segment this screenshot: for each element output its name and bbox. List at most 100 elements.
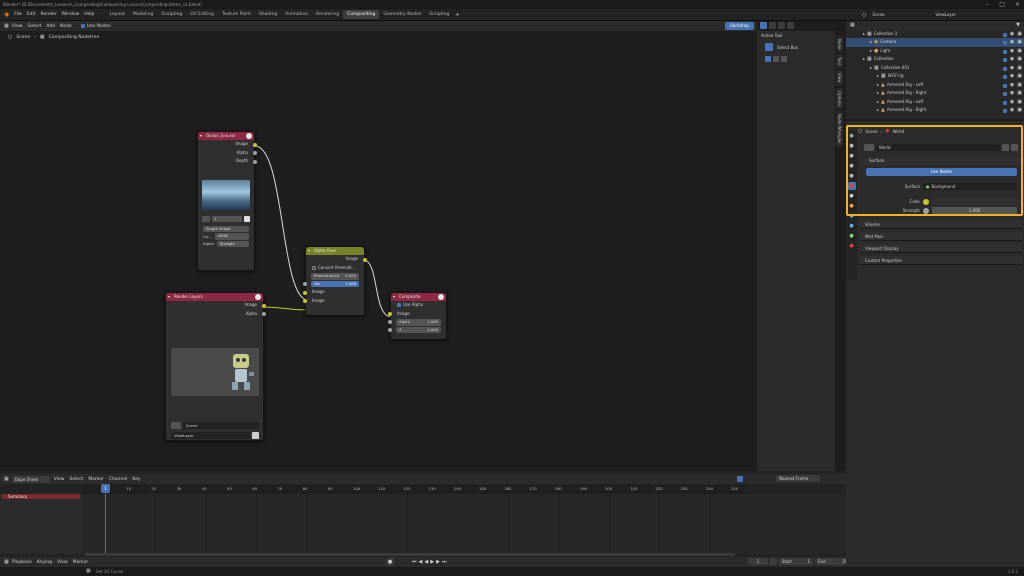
node-collapse-icon[interactable]: ▾ (308, 247, 310, 255)
outliner-row[interactable]: ▸ ◉ Camera ◉ ▣ (846, 38, 1024, 47)
scene-selector[interactable]: Scene (869, 11, 922, 18)
use-alpha-checkbox[interactable] (397, 303, 401, 308)
eye-icon[interactable]: ◉ (1010, 30, 1014, 39)
render-toggle-icon[interactable]: ▣ (1017, 81, 1022, 90)
exclude-checkbox-icon[interactable] (1002, 58, 1007, 63)
expand-arrow-icon[interactable]: ▸ (870, 39, 872, 44)
sidebar-tab-node-wrangler[interactable]: Node Wrangler (836, 111, 843, 148)
properties-tab-material-icon[interactable]: ● (848, 242, 856, 250)
exclude-checkbox-icon[interactable] (1002, 66, 1007, 71)
alpha-over-node[interactable]: ▾ Alpha Over Image Convert Premulti... P… (303, 246, 367, 316)
input-socket-alpha[interactable] (388, 320, 392, 325)
render-toggle-icon[interactable]: ▣ (1017, 38, 1022, 47)
eye-icon[interactable]: ◉ (1010, 81, 1014, 90)
eye-icon[interactable]: ◉ (1010, 55, 1014, 64)
properties-panel-custom-properties[interactable]: Custom Properties (860, 256, 1022, 265)
start-frame-field[interactable]: Start 1 (779, 558, 813, 565)
input-socket-image-1[interactable] (303, 290, 307, 295)
output-socket-image[interactable] (253, 142, 257, 147)
expand-arrow-icon[interactable]: ▸ (877, 73, 879, 78)
view-layer-select[interactable]: ViewLayer (171, 432, 250, 439)
jump-start-icon[interactable]: ⏮ (412, 559, 417, 565)
alpha-field[interactable]: Alpha 1.000 (388, 319, 441, 326)
filter-icon[interactable] (737, 476, 743, 482)
snapping-select[interactable]: Nearest Frame (776, 475, 820, 482)
summary-channel[interactable]: Summary (2, 494, 80, 499)
outliner-row[interactable]: ▸ ▦ Collection 001 ◉ ▣ (846, 64, 1024, 73)
dope-menu-view[interactable]: View (54, 477, 65, 482)
properties-panel-viewport-display[interactable]: Viewport Display (860, 244, 1022, 253)
image-node[interactable]: ▾ Ocean_Env.exr Image Alpha Depth 1 Sing… (197, 131, 257, 271)
render-toggle-icon[interactable]: ▣ (1017, 89, 1022, 98)
properties-tab-physics-icon[interactable]: ● (848, 232, 856, 240)
image-frame-field[interactable]: 1 (212, 215, 242, 222)
image-browse-icon[interactable] (202, 215, 210, 222)
render-toggle-icon[interactable]: ▣ (1017, 30, 1022, 39)
scene-browse-icon[interactable] (171, 422, 181, 429)
exclude-checkbox-icon[interactable] (1002, 109, 1007, 114)
preview-range-icon[interactable] (770, 558, 777, 565)
outliner-row[interactable]: ▸ ▦ Collection 1 ◉ ▣ (846, 30, 1024, 39)
convert-premul-checkbox[interactable] (312, 265, 316, 270)
frame-ruler[interactable]: 0102030405060708090100110120130140150160… (82, 485, 746, 494)
render-toggle-icon[interactable]: ▣ (1017, 55, 1022, 64)
eye-icon[interactable]: ◉ (1010, 64, 1014, 73)
editor-type-icon[interactable]: ▦ (4, 559, 9, 565)
z-field[interactable]: Z 1.000 (388, 326, 441, 333)
editor-type-icon[interactable]: ▦ (850, 22, 855, 28)
output-socket-alpha[interactable] (262, 312, 266, 316)
fac-field[interactable]: Fac 1.000 (303, 280, 359, 287)
eye-icon[interactable]: ◉ (1010, 89, 1014, 98)
image-mode-select[interactable]: Single Image (203, 225, 249, 232)
playback-menu-marker[interactable]: Marker (73, 560, 89, 565)
dope-menu-marker[interactable]: Marker (88, 477, 104, 482)
view-layer-selector[interactable]: ViewLayer (932, 11, 985, 18)
sidebar-tab-options[interactable]: Options (836, 87, 843, 110)
render-toggle-icon[interactable]: ▣ (1017, 47, 1022, 56)
input-socket-z[interactable] (388, 327, 392, 332)
eye-icon[interactable]: ◉ (1010, 38, 1014, 47)
exclude-checkbox-icon[interactable] (1002, 100, 1007, 105)
playback-menu-playback[interactable]: Playback (12, 560, 32, 565)
output-socket-depth[interactable] (253, 159, 257, 164)
premultiplied-field[interactable]: Premultiplied 0.000 (311, 273, 359, 280)
expand-arrow-icon[interactable]: ▸ (877, 90, 879, 95)
exclude-checkbox-icon[interactable] (1002, 75, 1007, 80)
eye-icon[interactable]: ◉ (1010, 47, 1014, 56)
outliner-row[interactable]: ▸ ● Light ◉ ▣ (846, 47, 1024, 56)
composite-node[interactable]: ▾ Composite Use Alpha Image Alpha 1.000 Z… (388, 292, 447, 340)
render-icon[interactable] (252, 432, 259, 439)
outliner-row[interactable]: ▸ ▦ WGT-rig ◉ ▣ (846, 72, 1024, 81)
maximize-icon[interactable]: □ (999, 1, 1005, 8)
color-space-select[interactable]: sRGB (214, 233, 249, 240)
node-preview-icon[interactable] (438, 294, 444, 300)
dope-sheet-channels[interactable] (0, 494, 846, 554)
eye-icon[interactable]: ◉ (1010, 98, 1014, 107)
node-collapse-icon[interactable]: ▾ (200, 132, 202, 140)
properties-panel-mist-pass[interactable]: Mist Pass (860, 232, 1022, 241)
expand-arrow-icon[interactable]: ▸ (863, 31, 865, 36)
output-socket-image[interactable] (262, 303, 266, 308)
node-collapse-icon[interactable]: ▾ (393, 293, 395, 301)
sidebar-tab-tool[interactable]: Tool (836, 54, 843, 69)
play-reverse-icon[interactable]: ◀ (424, 559, 428, 565)
jump-end-icon[interactable]: ⏭ (442, 559, 447, 565)
render-toggle-icon[interactable]: ▣ (1017, 72, 1022, 81)
alpha-mode-select[interactable]: Straight (216, 240, 249, 247)
exclude-checkbox-icon[interactable] (1002, 92, 1007, 97)
dope-menu-key[interactable]: Key (132, 477, 140, 482)
minimize-icon[interactable]: – (986, 1, 989, 8)
expand-arrow-icon[interactable]: ▸ (877, 99, 879, 104)
next-keyframe-icon[interactable]: ▶ (436, 559, 440, 565)
play-icon[interactable]: ▶ (430, 559, 434, 565)
input-socket-image-2[interactable] (303, 299, 307, 303)
render-toggle-icon[interactable]: ▣ (1017, 106, 1022, 115)
properties-tab-particles-icon[interactable]: ● (848, 222, 856, 230)
exclude-checkbox-icon[interactable] (1002, 32, 1007, 37)
input-socket-fac[interactable] (303, 281, 307, 286)
filter-icon[interactable]: ▼ (1016, 22, 1020, 28)
image-new-icon[interactable] (244, 215, 250, 222)
outliner-row[interactable]: ▸ ▲ Armored Rig - Right ◉ ▣ (846, 89, 1024, 98)
playback-menu-view[interactable]: View (57, 560, 68, 565)
expand-arrow-icon[interactable]: ▸ (870, 65, 872, 70)
